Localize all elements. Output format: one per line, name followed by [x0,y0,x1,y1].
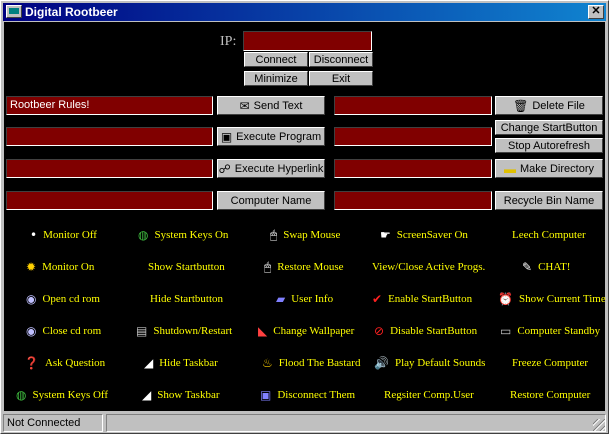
cmd-leech-computer[interactable]: Leech Computer [512,227,586,243]
question-icon: ❓ [24,356,39,370]
startbutton-input[interactable] [334,127,492,146]
cmd-restore-computer[interactable]: Restore Computer [510,387,590,403]
cmd-show-taskbar[interactable]: ◢ Show Taskbar [142,387,220,403]
ip-input[interactable] [243,31,372,51]
ip-label: IP: [220,34,237,49]
cmd-user-info[interactable]: ▰ User Info [276,291,333,307]
status-bar: Not Connected [3,414,606,432]
cmd-computer-standby[interactable]: ▭ Computer Standby [500,323,600,339]
radio-icon: ◍ [138,228,149,242]
recycle-bin-name-button[interactable]: Recycle Bin Name [495,191,603,210]
cmd-system-keys-on[interactable]: ◍ System Keys On [138,227,228,243]
computer-name-input[interactable] [6,191,213,210]
cmd-restore-mouse[interactable]: 🖱 Restore Mouse [264,259,344,275]
connect-button[interactable]: Connect [244,52,308,67]
recycle-bin-input[interactable] [334,191,492,210]
change-startbutton-button[interactable]: Change StartButton [495,120,603,135]
cmd-play-default-sounds[interactable]: 🔊 Play Default Sounds [374,355,485,371]
cmd-monitor-on[interactable]: ✹ Monitor On [26,259,94,275]
exit-button[interactable]: Exit [309,71,373,86]
cmd-register-comp-user[interactable]: Regsiter Comp.User [384,387,474,403]
trash-icon: 🗑 [513,98,529,113]
cmd-swap-mouse[interactable]: 🖱 Swap Mouse [270,227,340,243]
folder-icon: ▬ [504,161,517,176]
window-icon: ▣ [260,388,272,402]
disconnect-button[interactable]: Disconnect [309,52,373,67]
delete-file-label: Delete File [532,99,585,112]
make-directory-button[interactable]: ▬ Make Directory [495,159,603,178]
no-entry-icon: ⊘ [374,324,385,338]
cmd-show-startbutton[interactable]: Show Startbutton [148,259,225,275]
mouse-icon: 🖱 [264,260,272,274]
connection-status: Not Connected [3,414,103,432]
cmd-chat[interactable]: ✎ CHAT! [522,259,570,275]
send-text-button[interactable]: ✉ Send Text [217,96,325,115]
taskbar-icon: ◢ [144,356,154,370]
clock-icon: ⏰ [498,292,513,306]
cd-icon: ◉ [26,292,37,306]
book-icon: ▰ [276,292,286,306]
brush-icon: ◣ [258,324,268,338]
close-button[interactable]: ✕ [588,5,604,19]
computer-name-button[interactable]: Computer Name [217,191,325,210]
status-panel-empty [106,414,606,432]
execute-hyperlink-button[interactable]: ☍ Execute Hyperlink [217,159,325,178]
cmd-screensaver-on[interactable]: ☛ ScreenSaver On [380,227,468,243]
cd-icon: ◉ [26,324,37,338]
cmd-view-close-progs[interactable]: View/Close Active Progs. [372,259,485,275]
make-directory-label: Make Directory [520,162,594,175]
program-input[interactable] [6,127,213,146]
cmd-system-keys-off[interactable]: ◍ System Keys Off [16,387,108,403]
hyperlink-input[interactable] [6,159,213,178]
minimize-button[interactable]: Minimize [244,71,308,86]
resize-grip[interactable] [593,419,605,431]
cmd-hide-taskbar[interactable]: ◢ Hide Taskbar [144,355,218,371]
checkmark-icon: ✔ [372,292,383,306]
delete-file-button[interactable]: 🗑 Delete File [495,96,603,115]
computer-icon [6,5,22,18]
pencil-icon: ✎ [522,260,533,274]
program-icon: ▣ [220,129,233,144]
execute-hyperlink-label: Execute Hyperlink [234,162,324,175]
send-text-input[interactable]: Rootbeer Rules! [6,96,213,115]
pointer-icon: ☛ [380,228,391,242]
bulb-icon: • [30,228,38,242]
cmd-hide-startbutton[interactable]: Hide Startbutton [150,291,223,307]
execute-program-button[interactable]: ▣ Execute Program [217,127,325,146]
taskbar-icon: ◢ [142,388,152,402]
cmd-enable-startbutton[interactable]: ✔ Enable StartButton [372,291,472,307]
envelope-icon: ✉ [239,98,250,113]
cmd-show-current-time[interactable]: ⏰ Show Current Time [498,291,606,307]
cmd-ask-question[interactable]: ❓ Ask Question [24,355,105,371]
cmd-open-cdrom[interactable]: ◉ Open cd rom [26,291,100,307]
make-directory-input[interactable] [334,159,492,178]
cmd-disconnect-them[interactable]: ▣ Disconnect Them [260,387,355,403]
cmd-monitor-off[interactable]: • Monitor Off [30,227,97,243]
client-area: IP: Connect Disconnect Minimize Exit Roo… [4,22,606,411]
cmd-flood-the-bastard[interactable]: ♨ Flood The Bastard [262,355,360,371]
mouse-icon: 🖱 [270,228,278,242]
sun-icon: ✹ [26,260,37,274]
computer-icon: ▤ [136,324,148,338]
cmd-change-wallpaper[interactable]: ◣ Change Wallpaper [258,323,354,339]
cmd-freeze-computer[interactable]: Freeze Computer [512,355,588,371]
send-text-label: Send Text [253,99,303,112]
cmd-disable-startbutton[interactable]: ⊘ Disable StartButton [374,323,477,339]
radio-icon: ◍ [16,388,27,402]
stop-autorefresh-button[interactable]: Stop Autorefresh [495,138,603,153]
cmd-shutdown-restart[interactable]: ▤ Shutdown/Restart [136,323,232,339]
execute-program-label: Execute Program [236,130,322,143]
delete-file-input[interactable] [334,96,492,115]
speaker-icon: 🔊 [374,356,389,370]
lamp-icon: ♨ [262,356,273,370]
title-bar[interactable]: Digital Rootbeer ✕ [3,3,606,21]
monitor-icon: ▭ [500,324,512,338]
window-title: Digital Rootbeer [25,5,118,19]
cmd-close-cdrom[interactable]: ◉ Close cd rom [26,323,101,339]
network-icon: ☍ [218,161,231,176]
main-window: Digital Rootbeer ✕ IP: Connect Disconnec… [0,0,609,434]
